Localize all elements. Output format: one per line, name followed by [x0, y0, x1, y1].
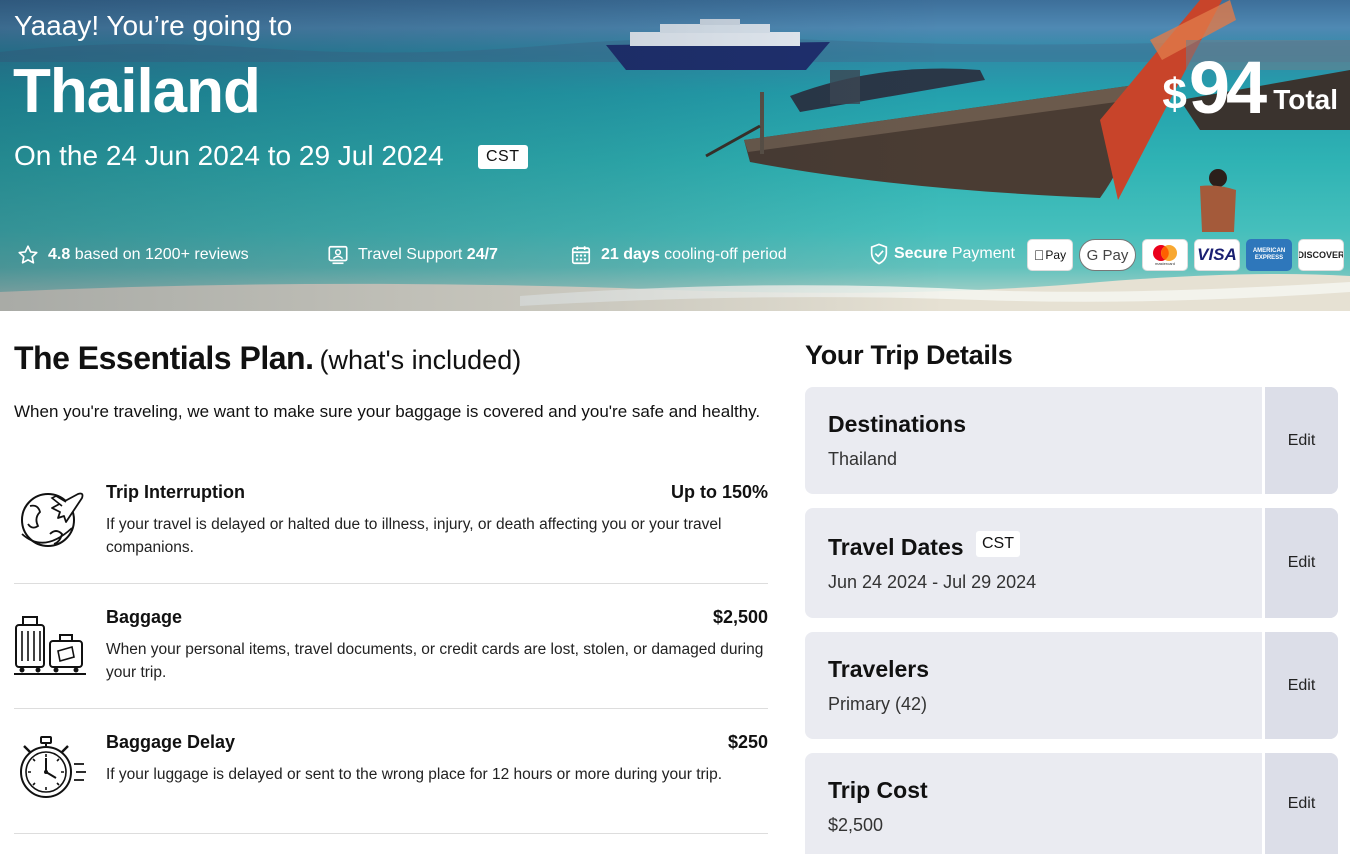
- total-price: $ 94 Total: [1162, 48, 1338, 128]
- globe-plane-icon: [14, 482, 86, 554]
- plan-name: The Essentials Plan.: [14, 340, 314, 376]
- amex-logo: AMERICAN EXPRESS: [1246, 239, 1292, 271]
- coverage-amount: $2,500: [712, 607, 768, 627]
- price-currency: $: [1162, 70, 1187, 119]
- timezone-badge: CST: [478, 145, 528, 169]
- trip-detail-destinations: Destinations Thailand Edit: [805, 387, 1338, 494]
- hero-banner: Yaaay! You’re going to Thailand On the 2…: [0, 0, 1350, 311]
- secure-payment: Secure Payment: [869, 243, 1015, 265]
- price-label: Total: [1273, 84, 1338, 115]
- coverage-item: Trip Interruption Up to 150% If your tra…: [14, 482, 768, 584]
- timezone-badge: CST: [976, 531, 1020, 557]
- coverage-description: If your luggage is delayed or sent to th…: [106, 766, 723, 783]
- coverage-name: Trip Interruption: [106, 482, 245, 502]
- rating-text: based on 1200+ reviews: [74, 246, 249, 263]
- shield-check-icon: [869, 243, 889, 265]
- payment-methods: Pay G Pay mastercard VISA AMERICAN EXPR…: [1027, 239, 1344, 271]
- plan-intro: When you're traveling, we want to make s…: [14, 402, 761, 421]
- coverage-name: Baggage: [106, 607, 183, 627]
- visa-logo: VISA: [1194, 239, 1240, 271]
- support-text: Travel Support: [358, 246, 463, 263]
- trip-detail-value: Thailand: [828, 449, 898, 469]
- trip-detail-trip-cost: Trip Cost $2,500 Edit: [805, 753, 1338, 854]
- plan-title: The Essentials Plan. (what's included): [14, 340, 521, 377]
- star-icon: [17, 244, 39, 266]
- cooling-text: cooling-off period: [664, 246, 787, 263]
- coverage-name: Baggage Delay: [106, 732, 236, 752]
- trip-detail-label: Destinations: [828, 411, 967, 437]
- edit-travelers-button[interactable]: Edit: [1262, 632, 1338, 739]
- trip-detail-value: Jun 24 2024 - Jul 29 2024: [828, 572, 1037, 592]
- cooling-days: 21 days: [601, 246, 660, 263]
- cooling-off-feature: 21 days cooling-off period: [570, 244, 787, 266]
- price-amount: 94: [1188, 46, 1267, 129]
- trip-detail-travelers: Travelers Primary (42) Edit: [805, 632, 1338, 739]
- secure-strong: Secure: [894, 245, 948, 262]
- coverage-item: Baggage Delay $250 If your luggage is de…: [14, 732, 768, 834]
- stopwatch-icon: [14, 732, 86, 804]
- rating-feature: 4.8 based on 1200+ reviews: [17, 244, 249, 266]
- coverage-description: If your travel is delayed or halted due …: [106, 516, 722, 556]
- apple-pay-logo: Pay: [1027, 239, 1073, 271]
- coverage-amount: $250: [727, 732, 768, 752]
- secure-text: Payment: [951, 245, 1015, 262]
- rating-value: 4.8: [48, 246, 71, 263]
- trip-detail-label: Trip Cost: [828, 777, 928, 803]
- trip-dates: On the 24 Jun 2024 to 29 Jul 2024: [14, 140, 444, 171]
- google-pay-logo: G Pay: [1079, 239, 1136, 271]
- luggage-icon: [14, 607, 86, 679]
- support-feature: Travel Support 24/7: [327, 244, 498, 266]
- edit-trip-cost-button[interactable]: Edit: [1262, 753, 1338, 854]
- trip-detail-travel-dates: Travel Dates CST Jun 24 2024 - Jul 29 20…: [805, 508, 1338, 618]
- edit-destinations-button[interactable]: Edit: [1262, 387, 1338, 494]
- coverage-item: Baggage $2,500 When your personal items,…: [14, 607, 768, 709]
- plan-subtitle: (what's included): [319, 345, 522, 375]
- trip-detail-label: Travelers: [828, 656, 930, 682]
- trip-detail-label: Travel Dates: [828, 534, 964, 560]
- discover-logo: DISCOVER: [1298, 239, 1344, 271]
- destination-title: Thailand: [13, 57, 261, 126]
- edit-travel-dates-button[interactable]: Edit: [1262, 508, 1338, 618]
- coverage-description: When your personal items, travel documen…: [106, 641, 764, 681]
- coverage-amount: Up to 150%: [670, 482, 768, 502]
- mastercard-logo: mastercard: [1142, 239, 1188, 271]
- trip-details-title: Your Trip Details: [805, 340, 1013, 370]
- trip-detail-value: Primary (42): [828, 694, 928, 714]
- support-icon: [327, 244, 349, 266]
- hero-kicker: Yaaay! You’re going to: [14, 10, 293, 41]
- calendar-icon: [570, 244, 592, 266]
- support-hours: 24/7: [466, 246, 498, 263]
- trip-detail-value: $2,500: [828, 815, 884, 835]
